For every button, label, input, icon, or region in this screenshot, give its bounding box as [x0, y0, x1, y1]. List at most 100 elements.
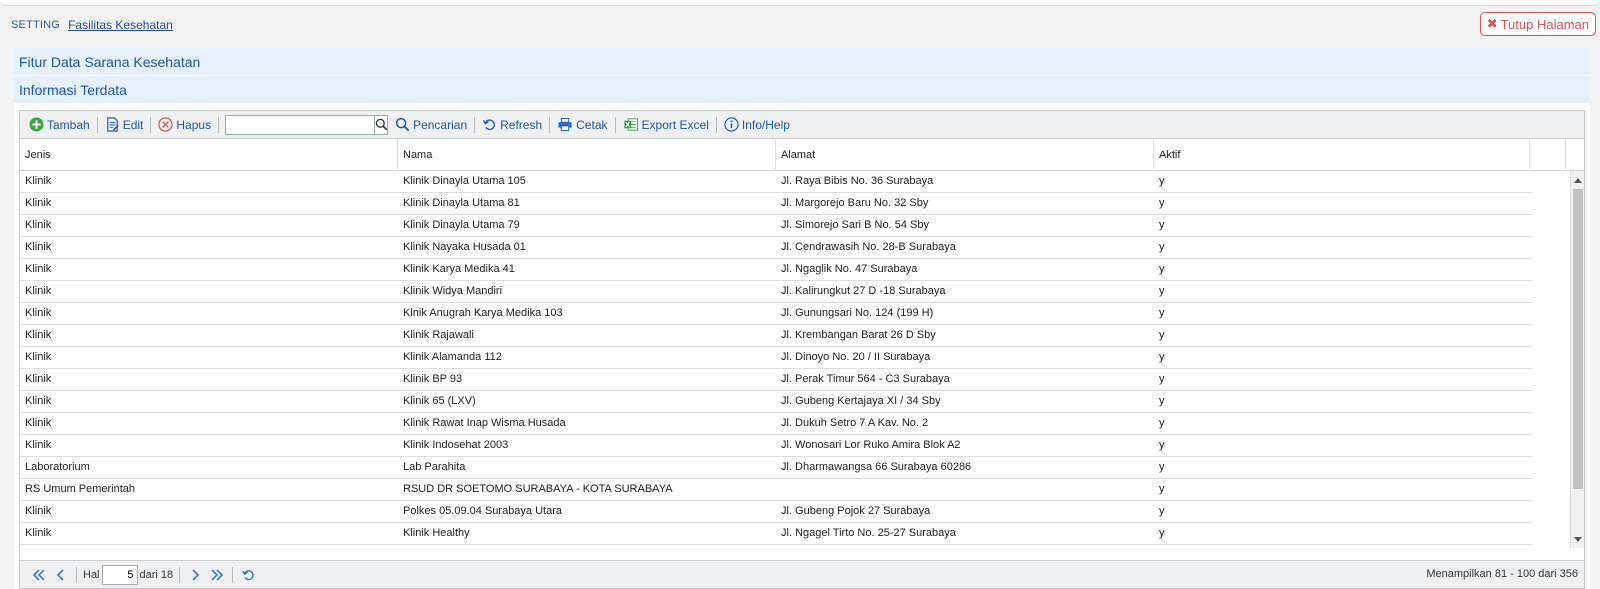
scroll-up-arrow-icon[interactable]	[1574, 178, 1582, 183]
double-chevron-left-icon	[32, 568, 45, 581]
add-label: Tambah	[47, 117, 90, 132]
cell-nama: Klinik Dinayla Utama 79	[403, 219, 520, 231]
edit-document-icon	[106, 117, 119, 132]
help-label: Info/Help	[741, 117, 790, 132]
export-excel-button[interactable]: Export Excel	[620, 115, 712, 135]
print-button[interactable]: Cetak	[554, 115, 610, 135]
scrollbar-thumb[interactable]	[1573, 189, 1583, 489]
breadcrumb-current[interactable]: Fasilitas Kesehatan	[68, 18, 173, 32]
cell-jenis: Klinik	[25, 351, 52, 363]
table-row[interactable]: Klinik Klinik Alamanda 112 Jl. Dinoyo No. …	[20, 347, 1532, 369]
page-number-input[interactable]	[101, 564, 138, 585]
cell-nama: Polkes 05.09.04 Surabaya Utara	[403, 505, 562, 517]
table-row[interactable]: Klinik Klinik Dinayla Utama 81 Jl. Margore…	[20, 193, 1532, 215]
column-header-aktif[interactable]: Aktif	[1154, 139, 1530, 171]
add-button[interactable]: Tambah	[26, 115, 93, 135]
search-submit-button[interactable]	[374, 115, 388, 134]
previous-page-button[interactable]	[50, 565, 72, 585]
cell-aktif: y	[1159, 527, 1165, 539]
pager-separator	[232, 566, 234, 583]
table-body: Klinik Klinik Dinayla Utama 105 Jl. Raya B…	[20, 171, 1584, 548]
table-row[interactable]: Klinik Klinik Rawat Inap Wisma Husada Jl. …	[20, 413, 1532, 435]
next-page-button[interactable]	[184, 565, 206, 585]
table-row[interactable]: Klinik Klnik Anugrah Karya Medika 103 Jl. …	[20, 303, 1532, 325]
cell-alamat: Jl. Gunungsari No. 124 (199 H)	[781, 307, 934, 319]
cell-aktif: y	[1159, 241, 1165, 253]
first-page-button[interactable]	[28, 565, 50, 585]
cell-jenis: Klinik	[25, 241, 52, 253]
scroll-down-arrow-icon[interactable]	[1574, 537, 1582, 542]
cell-jenis: Klinik	[25, 175, 52, 187]
help-button[interactable]: Info/Help	[721, 115, 793, 135]
cell-nama: Klinik Alamanda 112	[403, 351, 502, 363]
refresh-button[interactable]: Refresh	[479, 115, 545, 135]
export-excel-label: Export Excel	[641, 117, 709, 132]
search-input[interactable]	[226, 115, 375, 134]
search-icon	[395, 117, 410, 132]
breadcrumb: SETTING Fasilitas Kesehatan	[11, 17, 173, 33]
table-row[interactable]: Klinik Klinik Dinayla Utama 79 Jl. Simorej…	[20, 215, 1532, 237]
cell-alamat: Jl. Gubeng Pojok 27 Surabaya	[781, 505, 931, 517]
cell-nama: Klinik Dinayla Utama 81	[403, 197, 520, 209]
vertical-scrollbar[interactable]	[1570, 171, 1584, 548]
table-row[interactable]: Klinik Klinik Nayaka Husada 01 Jl. Cendraw…	[20, 237, 1532, 259]
cell-nama: Klinik BP 93	[403, 373, 463, 385]
close-page-button[interactable]: ✖ Tutup Halaman	[1479, 12, 1596, 36]
cell-aktif: y	[1159, 175, 1165, 187]
cell-aktif: y	[1159, 197, 1165, 209]
table-row[interactable]: Klinik Klinik Dinayla Utama 105 Jl. Raya B…	[20, 171, 1532, 193]
cell-jenis: Laboratorium	[25, 461, 90, 473]
delete-label: Hapus	[176, 117, 212, 132]
table-row[interactable]: Klinik Polkes 05.09.04 Surabaya Utara Jl. …	[20, 501, 1532, 523]
main-panel: Fitur Data Sarana Kesehatan Informasi Te…	[14, 48, 1590, 589]
cell-aktif: y	[1159, 483, 1165, 495]
breadcrumb-root[interactable]: SETTING	[11, 19, 60, 31]
info-icon	[724, 117, 739, 132]
excel-export-icon	[623, 118, 638, 131]
table-row[interactable]: RS Umum Pemerintah RSUD DR SOETOMO SURABA…	[20, 479, 1532, 501]
search-button[interactable]: Pencarian	[392, 115, 470, 135]
section-feature-title[interactable]: Fitur Data Sarana Kesehatan	[14, 48, 1590, 76]
table-row[interactable]: Laboratorium Lab Parahita Jl. Dharmawangsa…	[20, 457, 1532, 479]
reload-button[interactable]	[237, 565, 259, 585]
table-row[interactable]: Klinik Klinik Karya Medika 41 Jl. Ngaglik …	[20, 259, 1532, 281]
plus-circle-icon	[29, 117, 44, 132]
cell-alamat: Jl. Simorejo Sari B No. 54 Sby	[781, 219, 929, 231]
section-info-title[interactable]: Informasi Terdata	[14, 76, 1590, 104]
table-row[interactable]: Klinik Klinik 65 (LXV) Jl. Gubeng Kertajay…	[20, 391, 1532, 413]
top-bar	[0, 0, 1600, 6]
last-page-button[interactable]	[206, 565, 228, 585]
close-page-label: Tutup Halaman	[1500, 16, 1589, 32]
cell-alamat: Jl. Margorejo Baru No. 32 Sby	[781, 197, 929, 209]
print-label: Cetak	[576, 117, 608, 132]
cell-nama: Klinik Karya Medika 41	[403, 263, 515, 275]
table-header: Jenis Nama Alamat Aktif	[20, 139, 1584, 171]
cell-alamat: Jl. Dinoyo No. 20 / II Surabaya	[781, 351, 931, 363]
cell-aktif: y	[1159, 395, 1165, 407]
column-header-jenis[interactable]: Jenis	[20, 139, 398, 171]
cell-aktif: y	[1159, 461, 1165, 473]
cell-aktif: y	[1159, 439, 1165, 451]
printer-icon	[558, 117, 572, 132]
table-row[interactable]: Klinik Klinik Widya Mandiri Jl. Kalirungku…	[20, 281, 1532, 303]
toolbar-separator	[96, 116, 98, 133]
pager-separator	[76, 566, 77, 583]
delete-button[interactable]: Hapus	[155, 115, 214, 135]
edit-button[interactable]: Edit	[102, 115, 147, 135]
table-row[interactable]: Klinik Klinik Rajawali Jl. Krembangan Bara…	[20, 325, 1532, 347]
refresh-label: Refresh	[500, 117, 543, 132]
refresh-icon	[482, 119, 496, 131]
column-header-alamat[interactable]: Alamat	[776, 139, 1154, 171]
cell-alamat: Jl. Ngagel Tirto No. 25-27 Surabaya	[781, 527, 956, 539]
table-row[interactable]: Klinik Klinik Indosehat 2003 Jl. Wonosari …	[20, 435, 1532, 457]
cell-alamat: Jl. Raya Bibis No. 36 Surabaya	[781, 175, 934, 187]
cell-nama: Klinik Indosehat 2003	[403, 439, 509, 451]
column-header-nama[interactable]: Nama	[398, 139, 776, 171]
cell-aktif: y	[1159, 505, 1165, 517]
edit-label: Edit	[122, 117, 144, 132]
table-row[interactable]: Klinik Klinik Healthy Jl. Ngagel Tirto No.…	[20, 523, 1532, 545]
delete-circle-icon	[158, 117, 174, 132]
toolbar-separator	[218, 116, 220, 133]
table-row[interactable]: Klinik Klinik BP 93 Jl. Perak Timur 564 - …	[20, 369, 1532, 391]
cell-alamat: Jl. Dharmawangsa 66 Surabaya 60286	[781, 461, 972, 473]
